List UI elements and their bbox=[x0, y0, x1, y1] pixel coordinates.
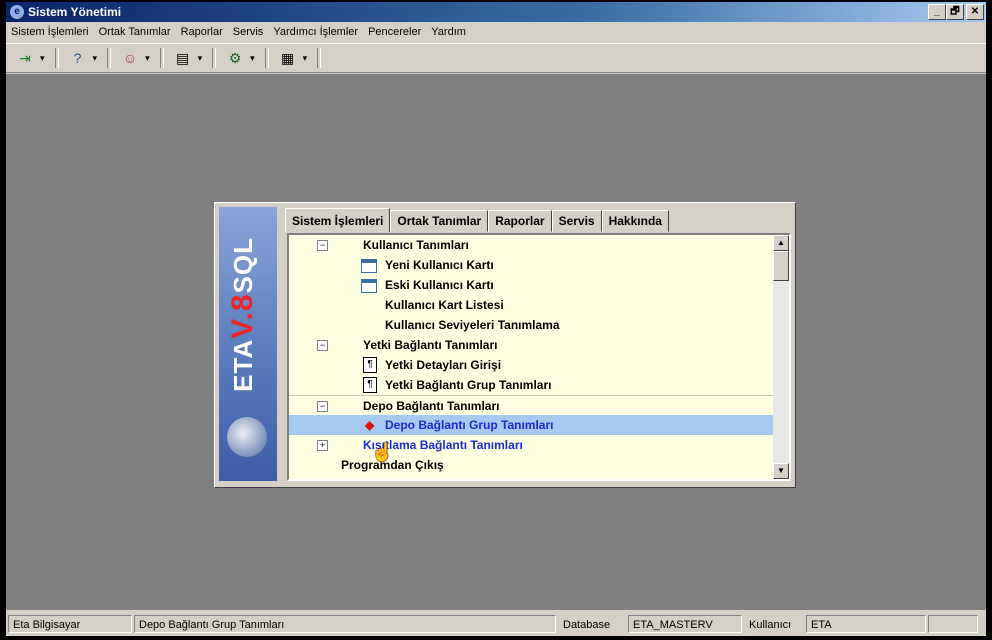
vertical-scrollbar[interactable]: ▲ ▼ bbox=[773, 235, 789, 479]
status-user-value: ETA bbox=[806, 615, 926, 633]
tree-item-kart-listesi[interactable]: Kullanıcı Kart Listesi bbox=[289, 295, 777, 315]
tab-raporlar[interactable]: Raporlar bbox=[488, 210, 552, 232]
key-icon: ¶ bbox=[363, 377, 377, 393]
window-icon bbox=[361, 279, 377, 293]
collapse-icon[interactable]: − bbox=[317, 240, 328, 251]
chevron-down-icon[interactable]: ▾ bbox=[250, 53, 255, 64]
logo-text: ETAV.8SQL bbox=[226, 237, 260, 392]
mdi-workspace: ETAV.8SQL Sistem İşlemleri Ortak Tanımla… bbox=[6, 74, 986, 610]
tree-group-label: Kullanıcı Tanımları bbox=[363, 238, 469, 252]
logo-suffix: SQL bbox=[228, 237, 258, 294]
status-company: Eta Bilgisayar bbox=[8, 615, 132, 633]
tree-item-label: Depo Bağlantı Grup Tanımları bbox=[385, 418, 554, 432]
menu-yardimci-islemler[interactable]: Yardımcı İşlemler bbox=[268, 26, 363, 38]
collapse-icon[interactable]: − bbox=[317, 340, 328, 351]
tree-item-label: Kullanıcı Seviyeleri Tanımlama bbox=[385, 318, 560, 332]
eta-logo: ETAV.8SQL bbox=[219, 207, 277, 481]
toolbar-exit[interactable]: ⇥ ▾ bbox=[16, 49, 45, 67]
tables-icon: ▦ bbox=[281, 50, 295, 66]
chevron-down-icon[interactable]: ▾ bbox=[145, 53, 150, 64]
expand-icon[interactable]: + bbox=[317, 440, 328, 451]
window-icon bbox=[361, 259, 377, 273]
tree-item-depo-grup[interactable]: ◆ Depo Bağlantı Grup Tanımları bbox=[289, 415, 777, 435]
main-window: e Sistem Yönetimi _ 🗗 ✕ Sistem İşlemleri… bbox=[6, 2, 986, 636]
tools-icon: ⚙ bbox=[228, 50, 242, 66]
toolbar-separator bbox=[159, 48, 164, 68]
menu-pencereler[interactable]: Pencereler bbox=[363, 26, 426, 38]
scroll-up-button[interactable]: ▲ bbox=[773, 235, 789, 251]
tree-item-programdan-cikis[interactable]: Programdan Çıkış bbox=[289, 455, 777, 475]
tab-ortak-tanimlar[interactable]: Ortak Tanımlar bbox=[390, 210, 489, 232]
chevron-down-icon[interactable]: ▾ bbox=[198, 53, 203, 64]
menu-servis[interactable]: Servis bbox=[228, 26, 269, 38]
users-icon: ☺ bbox=[122, 50, 138, 66]
book-icon: ▤ bbox=[175, 50, 190, 66]
maximize-button[interactable]: 🗗 bbox=[946, 4, 964, 20]
tab-sistem-islemleri[interactable]: Sistem İşlemleri bbox=[285, 208, 391, 232]
menu-ortak-tanimlar[interactable]: Ortak Tanımlar bbox=[94, 26, 176, 38]
tab-strip: Sistem İşlemleri Ortak Tanımlar Raporlar… bbox=[285, 208, 669, 232]
collapse-icon[interactable]: − bbox=[317, 401, 328, 412]
tree-item-label: Yeni Kullanıcı Kartı bbox=[385, 258, 494, 272]
toolbar-tables[interactable]: ▦ ▾ bbox=[279, 49, 308, 67]
title-bar[interactable]: e Sistem Yönetimi _ 🗗 ✕ bbox=[6, 2, 986, 22]
tree-item-yetki-detay[interactable]: ¶ Yetki Detayları Girişi bbox=[289, 355, 777, 375]
tree-item-label: Yetki Detayları Girişi bbox=[385, 358, 502, 372]
app-icon[interactable]: e bbox=[10, 5, 24, 19]
menu-raporlar[interactable]: Raporlar bbox=[176, 26, 228, 38]
tree-item-seviyeler[interactable]: Kullanıcı Seviyeleri Tanımlama bbox=[289, 315, 777, 335]
logo-brand: ETA bbox=[228, 338, 258, 392]
tab-hakkinda[interactable]: Hakkında bbox=[601, 210, 669, 232]
chevron-down-icon[interactable]: ▾ bbox=[303, 53, 308, 64]
menu-yardim[interactable]: Yardım bbox=[426, 26, 471, 38]
toolbar-help[interactable]: ? ▾ bbox=[69, 49, 98, 67]
toolbar-separator bbox=[317, 48, 322, 68]
status-db-label: Database bbox=[563, 619, 611, 631]
scroll-down-button[interactable]: ▼ bbox=[773, 463, 789, 479]
toolbar-separator bbox=[107, 48, 112, 68]
menu-dialog: ETAV.8SQL Sistem İşlemleri Ortak Tanımla… bbox=[214, 202, 796, 488]
tree-group-yetki[interactable]: − Yetki Bağlantı Tanımları bbox=[289, 335, 777, 355]
chevron-down-icon[interactable]: ▾ bbox=[40, 53, 45, 64]
tree-group-label: Yetki Bağlantı Tanımları bbox=[363, 338, 498, 352]
status-current-item: Depo Bağlantı Grup Tanımları bbox=[134, 615, 556, 633]
tree-item-eski-kullanici[interactable]: Eski Kullanıcı Kartı bbox=[289, 275, 777, 295]
status-user-label: Kullanıcı bbox=[749, 619, 792, 631]
menu-tree: − Kullanıcı Tanımları Yeni Kullanıcı Kar… bbox=[287, 233, 791, 481]
tree-group-kullanici[interactable]: − Kullanıcı Tanımları bbox=[289, 235, 777, 255]
toolbar: ⇥ ▾ ? ▾ ☺ ▾ ▤ ▾ ⚙ ▾ ▦ ▾ bbox=[6, 43, 986, 73]
tree-item-yeni-kullanici[interactable]: Yeni Kullanıcı Kartı bbox=[289, 255, 777, 275]
menu-bar: Sistem İşlemleri Ortak Tanımlar Raporlar… bbox=[6, 22, 986, 42]
status-extra bbox=[928, 615, 978, 633]
tree-item-label: Eski Kullanıcı Kartı bbox=[385, 278, 494, 292]
toolbar-tools[interactable]: ⚙ ▾ bbox=[226, 49, 255, 67]
toolbar-book[interactable]: ▤ ▾ bbox=[174, 49, 203, 67]
scroll-thumb[interactable] bbox=[773, 251, 789, 281]
window-title: Sistem Yönetimi bbox=[28, 5, 122, 19]
toolbar-separator bbox=[54, 48, 59, 68]
status-bar: Eta Bilgisayar Depo Bağlantı Grup Tanıml… bbox=[6, 612, 986, 636]
logo-version: V.8 bbox=[226, 293, 259, 339]
toolbar-separator bbox=[212, 48, 217, 68]
tree-group-depo[interactable]: − Depo Bağlantı Tanımları bbox=[289, 395, 777, 416]
help-icon: ? bbox=[73, 50, 82, 66]
toolbar-separator bbox=[264, 48, 269, 68]
tree-item-label: Kullanıcı Kart Listesi bbox=[385, 298, 504, 312]
minimize-button[interactable]: _ bbox=[928, 4, 946, 20]
close-button[interactable]: ✕ bbox=[966, 4, 984, 20]
hand-cursor-icon: ☝ bbox=[371, 442, 394, 462]
arrow-right-icon: ◆ bbox=[365, 418, 375, 432]
exit-icon: ⇥ bbox=[19, 50, 31, 66]
status-db-value: ETA_MASTERV bbox=[628, 615, 742, 633]
globe-icon bbox=[227, 417, 267, 457]
tab-servis[interactable]: Servis bbox=[551, 210, 602, 232]
tree-item-label: Yetki Bağlantı Grup Tanımları bbox=[385, 378, 552, 392]
tree-item-yetki-grup[interactable]: ¶ Yetki Bağlantı Grup Tanımları bbox=[289, 375, 777, 395]
tree-group-label: Depo Bağlantı Tanımları bbox=[363, 399, 500, 413]
key-icon: ¶ bbox=[363, 357, 377, 373]
toolbar-users[interactable]: ☺ ▾ bbox=[121, 49, 150, 67]
chevron-down-icon[interactable]: ▾ bbox=[93, 53, 98, 64]
menu-sistem-islemleri[interactable]: Sistem İşlemleri bbox=[6, 26, 94, 38]
tree-group-kisitlama[interactable]: + Kısıtlama Bağlantı Tanımları bbox=[289, 435, 777, 455]
